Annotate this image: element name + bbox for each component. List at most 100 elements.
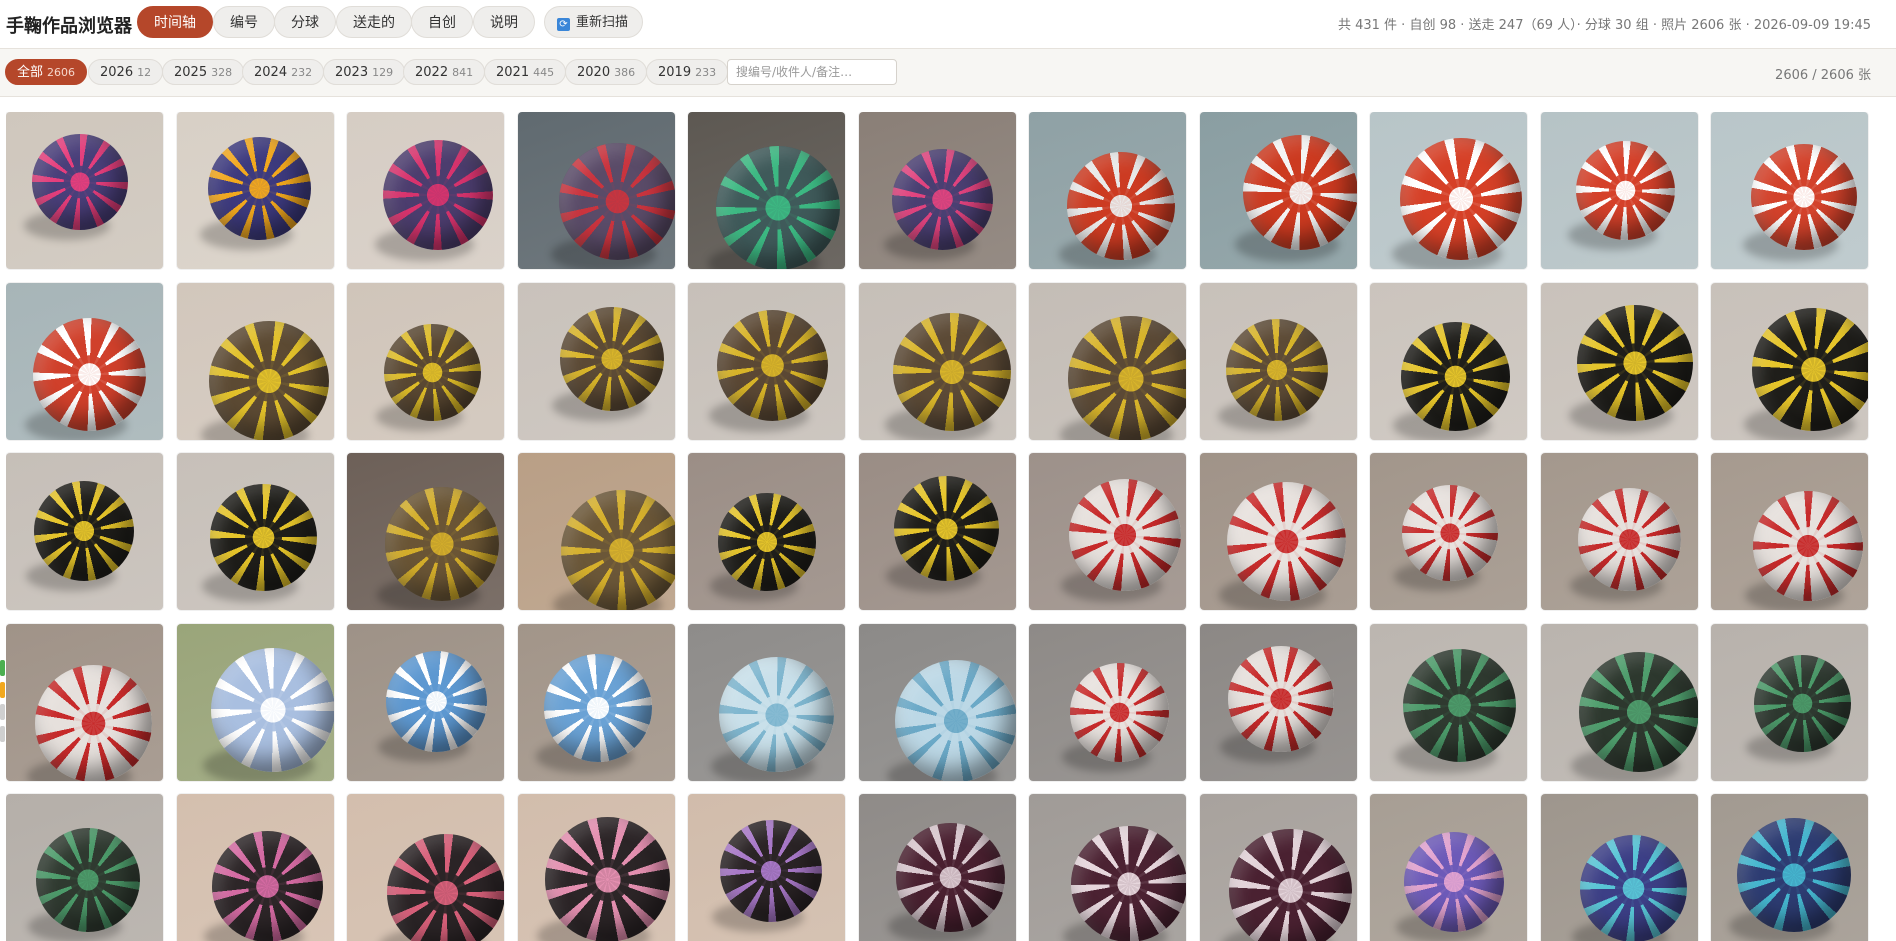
temari-ball	[716, 146, 840, 269]
photo-thumbnail[interactable]	[859, 283, 1016, 440]
top-bar: 手鞠作品浏览器 时间轴 编号 分球 送走的 自创 说明 ⟳ 重新扫描 共 431 …	[0, 0, 1896, 49]
ball-motif	[248, 685, 298, 735]
ball-motif	[66, 351, 113, 398]
photo-thumbnail[interactable]	[688, 624, 845, 781]
photo-thumbnail[interactable]	[1541, 624, 1698, 781]
photo-thumbnail[interactable]	[1029, 794, 1186, 941]
ball-motif	[747, 522, 787, 562]
photo-thumbnail[interactable]	[1711, 453, 1868, 610]
photo-thumbnail[interactable]	[347, 794, 504, 941]
photo-thumbnail[interactable]	[177, 453, 334, 610]
photo-thumbnail[interactable]	[1541, 794, 1698, 941]
photo-thumbnail[interactable]	[177, 112, 334, 269]
rescan-button[interactable]: ⟳ 重新扫描	[544, 6, 644, 38]
year-chip-2019[interactable]: 2019 233	[646, 59, 729, 85]
photo-thumbnail[interactable]	[177, 794, 334, 941]
ball-motif	[928, 855, 973, 900]
photo-thumbnail[interactable]	[1200, 624, 1357, 781]
ball-motif	[750, 343, 795, 388]
tab-timeline[interactable]: 时间轴	[137, 6, 213, 38]
photo-thumbnail[interactable]	[6, 283, 163, 440]
ball-motif	[242, 516, 285, 559]
ball-motif	[1256, 349, 1298, 391]
photo-thumbnail[interactable]	[1200, 112, 1357, 269]
temari-ball	[1753, 491, 1863, 601]
photo-thumbnail[interactable]	[688, 453, 845, 610]
photo-thumbnail[interactable]	[1711, 112, 1868, 269]
tab-original[interactable]: 自创	[411, 6, 473, 38]
ball-motif	[67, 859, 109, 901]
year-chip-2025[interactable]: 2025 328	[162, 59, 245, 85]
photo-thumbnail[interactable]	[518, 453, 675, 610]
temari-ball	[719, 657, 834, 772]
year-chip-2023[interactable]: 2023 129	[323, 59, 406, 85]
photo-thumbnail[interactable]	[859, 624, 1016, 781]
photo-thumbnail[interactable]	[1370, 794, 1527, 941]
photo-thumbnail[interactable]	[1711, 283, 1868, 440]
year-chip-all[interactable]: 全部 2606	[5, 59, 88, 85]
tab-split-ball[interactable]: 分球	[274, 6, 336, 38]
tab-number[interactable]: 编号	[213, 6, 275, 38]
photo-thumbnail[interactable]	[859, 794, 1016, 941]
photo-thumbnail[interactable]	[688, 794, 845, 941]
photo-thumbnail[interactable]	[1029, 283, 1186, 440]
year-chip-2020[interactable]: 2020 386	[565, 59, 648, 85]
photo-thumbnail[interactable]	[688, 112, 845, 269]
search-input[interactable]	[727, 59, 897, 85]
photo-thumbnail[interactable]	[6, 794, 163, 941]
stats-summary: 共 431 件 · 自创 98 · 送走 247（69 人）· 分球 30 组 …	[1337, 18, 1871, 33]
chip-count: 129	[372, 66, 394, 79]
photo-thumbnail[interactable]	[518, 624, 675, 781]
tab-about[interactable]: 说明	[473, 6, 535, 38]
photo-thumbnail[interactable]	[6, 624, 163, 781]
ball-motif	[928, 348, 976, 396]
photo-thumbnail[interactable]	[1029, 112, 1186, 269]
photo-thumbnail[interactable]	[859, 112, 1016, 269]
temari-ball	[1403, 649, 1516, 762]
photo-thumbnail[interactable]	[177, 624, 334, 781]
ball-motif	[594, 178, 641, 225]
photo-thumbnail[interactable]	[347, 624, 504, 781]
photo-thumbnail[interactable]	[518, 794, 675, 941]
temari-ball	[1243, 135, 1357, 250]
year-chip-2024[interactable]: 2024 232	[242, 59, 325, 85]
photo-thumbnail[interactable]	[1711, 794, 1868, 941]
photo-count: 2606 / 2606 张	[1775, 68, 1871, 83]
temari-ball	[1737, 818, 1851, 932]
photo-thumbnail[interactable]	[177, 283, 334, 440]
photo-thumbnail[interactable]	[1200, 794, 1357, 941]
temari-ball	[1402, 485, 1498, 581]
photo-thumbnail[interactable]	[1370, 453, 1527, 610]
chip-label: 2019	[658, 65, 692, 80]
year-chip-2021[interactable]: 2021 445	[484, 59, 567, 85]
photo-thumbnail[interactable]	[688, 283, 845, 440]
photo-thumbnail[interactable]	[1029, 624, 1186, 781]
ball-motif	[1611, 339, 1659, 387]
ball-motif	[64, 511, 104, 551]
photo-thumbnail[interactable]	[1029, 453, 1186, 610]
indicator-mark	[0, 682, 5, 698]
photo-thumbnail[interactable]	[1370, 283, 1527, 440]
photo-thumbnail[interactable]	[6, 453, 163, 610]
photo-thumbnail[interactable]	[1370, 112, 1527, 269]
year-chip-2026[interactable]: 2026 12	[88, 59, 164, 85]
photo-thumbnail[interactable]	[518, 283, 675, 440]
photo-thumbnail[interactable]	[1541, 283, 1698, 440]
temari-ball	[1577, 305, 1693, 421]
photo-thumbnail[interactable]	[859, 453, 1016, 610]
photo-thumbnail[interactable]	[347, 453, 504, 610]
photo-thumbnail[interactable]	[1541, 453, 1698, 610]
photo-thumbnail[interactable]	[347, 283, 504, 440]
photo-thumbnail[interactable]	[518, 112, 675, 269]
tab-given-away[interactable]: 送走的	[336, 6, 412, 38]
indicator-mark	[0, 704, 5, 720]
photo-thumbnail[interactable]	[1370, 624, 1527, 781]
photo-thumbnail[interactable]	[6, 112, 163, 269]
photo-thumbnail[interactable]	[1711, 624, 1868, 781]
photo-thumbnail[interactable]	[1541, 112, 1698, 269]
year-chip-2022[interactable]: 2022 841	[403, 59, 486, 85]
temari-ball	[1400, 138, 1522, 260]
photo-thumbnail[interactable]	[1200, 283, 1357, 440]
photo-thumbnail[interactable]	[1200, 453, 1357, 610]
photo-thumbnail[interactable]	[347, 112, 504, 269]
